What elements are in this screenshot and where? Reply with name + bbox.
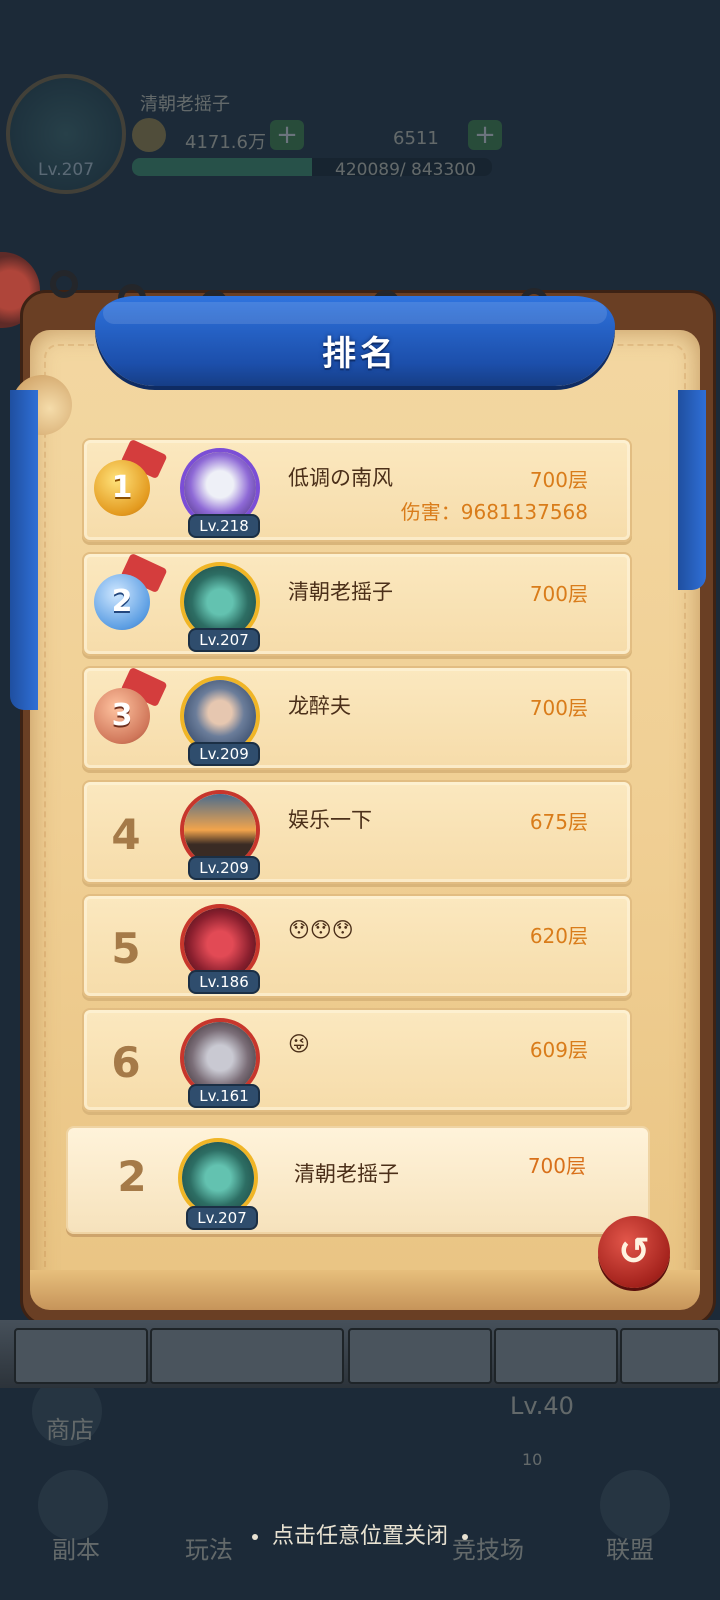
gold-medal-icon: 1 xyxy=(94,460,150,516)
level-badge: Lv.207 xyxy=(188,628,260,652)
close-hint-text: 点击任意位置关闭 xyxy=(271,1524,448,1549)
return-seal-icon[interactable]: ↺ xyxy=(598,1216,670,1288)
stone-ledge xyxy=(0,1320,720,1388)
player-name: 娱乐一下 xyxy=(288,808,372,832)
floor-count: 700层 xyxy=(527,1154,586,1178)
add-coins-button: + xyxy=(270,120,304,150)
floor-count: 620层 xyxy=(529,924,588,948)
hint-dot-right xyxy=(462,1534,468,1540)
player-name: 😜 xyxy=(288,1032,310,1056)
player-name: 清朝老摇子 xyxy=(288,580,393,604)
level-badge: Lv.186 xyxy=(188,970,260,994)
level-badge: Lv.161 xyxy=(188,1084,260,1108)
floor-count: 609层 xyxy=(529,1038,588,1062)
ranking-row-4[interactable]: 4 Lv.209 娱乐一下 675层 xyxy=(82,780,632,884)
floor-count: 675层 xyxy=(529,810,588,834)
gem-amount: 6511 xyxy=(393,128,439,149)
player-name: 龙醉夫 xyxy=(288,694,351,718)
floor-count: 700层 xyxy=(529,468,588,492)
add-gems-button: + xyxy=(468,120,502,150)
level-badge: Lv.209 xyxy=(188,856,260,880)
player-name: 清朝老摇子 xyxy=(294,1162,399,1186)
ranking-row-5[interactable]: 5 Lv.186 😯😯😯 620层 xyxy=(82,894,632,998)
hint-dot-left xyxy=(251,1534,258,1540)
my-ranking-row[interactable]: 2 Lv.207 清朝老摇子 700层 xyxy=(66,1126,650,1234)
nav-level: Lv.40 xyxy=(510,1392,574,1420)
level-badge: Lv.209 xyxy=(188,742,260,766)
level-badge: Lv.218 xyxy=(188,514,260,538)
banner-drape-right xyxy=(678,390,706,590)
rank-number: 6 xyxy=(111,1038,141,1087)
coin-amount: 4171.6万 xyxy=(185,132,266,153)
ranking-row-3[interactable]: 3 Lv.209 龙醉夫 700层 xyxy=(82,666,632,770)
player-level: Lv.207 xyxy=(38,160,95,180)
silver-medal-icon: 2 xyxy=(94,574,150,630)
nav-badge: 10 xyxy=(522,1450,543,1469)
rank-number: 2 xyxy=(117,1152,147,1201)
floor-count: 700层 xyxy=(529,582,588,606)
exp-text: 420089/ 843300 xyxy=(335,160,476,180)
player-name: 低调の南风 xyxy=(288,466,393,490)
nav-shop: 商店 xyxy=(46,1416,94,1444)
parchment-bottom-roll xyxy=(30,1270,700,1310)
ranking-row-1[interactable]: 1 Lv.218 低调の南风 700层 伤害：9681137568 xyxy=(82,438,632,542)
rank-number: 5 xyxy=(111,924,141,973)
panel-title: 排名 xyxy=(322,334,398,374)
close-hint[interactable]: 点击任意位置关闭 xyxy=(0,1518,720,1550)
bottom-nav: 商店 Lv.40 副本 玩法 竞技场 10 联盟 xyxy=(0,1376,720,1600)
ranking-row-6[interactable]: 6 Lv.161 😜 609层 xyxy=(82,1008,632,1112)
level-badge: Lv.207 xyxy=(186,1206,258,1230)
coin-icon xyxy=(132,118,166,152)
ranking-row-2[interactable]: 2 Lv.207 清朝老摇子 700层 xyxy=(82,552,632,656)
bronze-medal-icon: 3 xyxy=(94,688,150,744)
floor-count: 700层 xyxy=(529,696,588,720)
player-name: 清朝老摇子 xyxy=(140,94,230,115)
player-name: 😯😯😯 xyxy=(288,918,354,942)
damage-value: 伤害：9681137568 xyxy=(400,500,588,524)
banner-drape-left xyxy=(10,390,38,710)
rank-number: 4 xyxy=(111,810,141,859)
